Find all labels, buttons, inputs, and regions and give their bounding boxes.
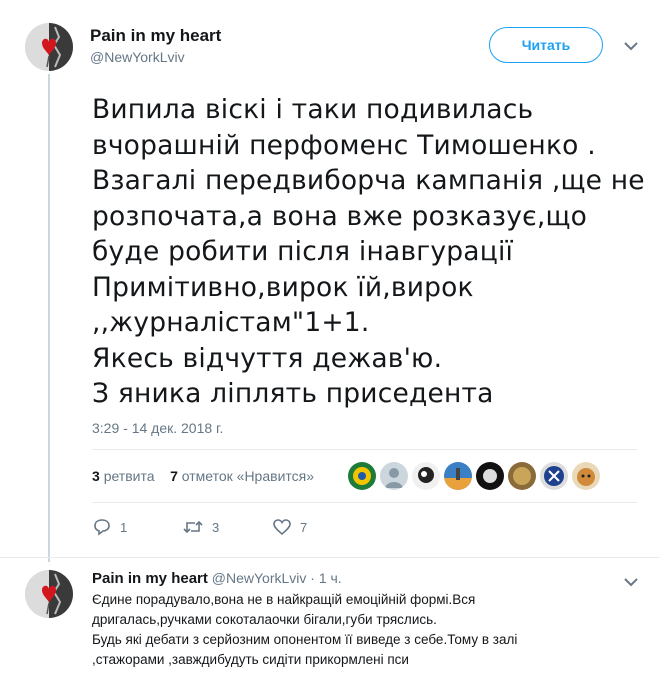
retweet-icon: [183, 520, 203, 534]
author-handle[interactable]: @NewYorkLviv: [90, 49, 185, 65]
liker-avatar[interactable]: [348, 462, 376, 490]
like-count: 7: [300, 519, 308, 535]
reply-author-handle[interactable]: @NewYorkLviv: [212, 570, 307, 586]
reply-author-name[interactable]: Pain in my heart: [92, 570, 208, 587]
retweet-button[interactable]: 3: [182, 518, 272, 536]
retweets-stat[interactable]: 3 ретвита: [92, 468, 155, 484]
liker-avatar[interactable]: [572, 462, 600, 490]
tweet-line: вчорашній перфоменс Тимошенко .: [92, 129, 596, 161]
divider: [92, 502, 637, 503]
tweet-line: Якесь відчуття дежав'ю.: [92, 342, 443, 374]
reply-header: Pain in my heart @NewYorkLviv · 1 ч.: [92, 570, 342, 587]
liker-avatar[interactable]: [540, 462, 568, 490]
follow-button[interactable]: Читать: [489, 27, 603, 63]
liker-avatar[interactable]: [508, 462, 536, 490]
avatar-image: [25, 570, 73, 618]
liker-avatar[interactable]: [380, 462, 408, 490]
thread-line: [48, 74, 50, 562]
divider: [92, 449, 637, 450]
tweet-line: ,,журналістам"1+1.: [92, 307, 370, 338]
likes-stat[interactable]: 7 отметок «Нравится»: [170, 468, 314, 484]
liker-avatar[interactable]: [444, 462, 472, 490]
reply-avatar[interactable]: [25, 570, 73, 618]
chevron-down-icon[interactable]: [623, 574, 639, 592]
tweet-line: розпочата,а вона вже розказує,що: [92, 200, 588, 232]
reply-line: ,стажорами ,завждибудуть сидіти прикормл…: [92, 652, 409, 667]
tweet-line: буде робити після інавгурації: [92, 236, 514, 267]
tweet-line: Випила віскі і таки подивилась: [92, 94, 534, 125]
tweet-timestamp[interactable]: 3:29 - 14 дек. 2018 г.: [92, 420, 223, 436]
tweet-text: Випила віскі і таки подивилась вчорашній…: [92, 92, 652, 412]
tweet-line: Взагалі передвиборча кампанія ,ще не: [92, 165, 645, 196]
liker-avatars: [348, 462, 600, 490]
tweet-actions: 1 3 7: [92, 518, 362, 536]
tweet-line: Примітивно,вирок їй,вирок: [92, 271, 474, 303]
reply-line: дригалась,ручками сокоталаочки бігали,гу…: [92, 612, 437, 627]
reply-line: Будь які дебати з серйозним опонентом її…: [92, 632, 518, 647]
reply-line: Єдине порадувало,вона не в найкращій емо…: [92, 592, 476, 607]
reply-text: Єдине порадувало,вона не в найкращій емо…: [92, 590, 517, 670]
heart-icon: [273, 519, 291, 536]
liker-avatar[interactable]: [476, 462, 504, 490]
author-name[interactable]: Pain in my heart: [90, 26, 221, 46]
like-button[interactable]: 7: [272, 518, 362, 536]
reply-time[interactable]: · 1 ч.: [310, 570, 341, 586]
divider: [0, 557, 660, 558]
liker-avatar[interactable]: [412, 462, 440, 490]
chevron-down-icon[interactable]: [623, 38, 639, 56]
reply-icon: [94, 519, 110, 536]
reply-button[interactable]: 1: [92, 518, 182, 536]
avatar-image: [25, 23, 73, 71]
retweet-count: 3: [212, 519, 220, 535]
avatar[interactable]: [25, 23, 73, 71]
tweet-line: З яника ліплять приседента: [92, 378, 494, 409]
tweet-stats: 3 ретвита 7 отметок «Нравится»: [92, 468, 314, 484]
reply-count: 1: [120, 519, 128, 535]
